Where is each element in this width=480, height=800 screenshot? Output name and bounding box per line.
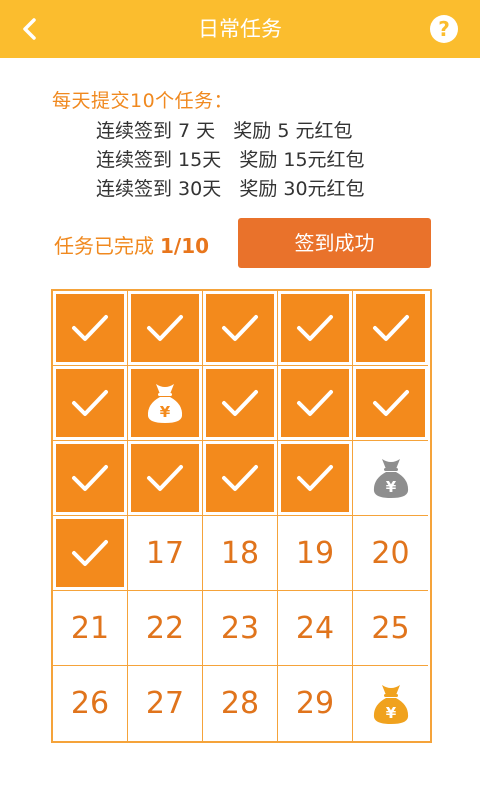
calendar-day-1 (53, 291, 128, 366)
check-icon (297, 390, 333, 416)
calendar-day-16 (53, 516, 128, 591)
calendar-day-6 (53, 366, 128, 441)
money-bag-icon: ¥ (373, 459, 408, 498)
calendar-day-17: 17 (128, 516, 203, 591)
calendar-day-5 (353, 291, 428, 366)
calendar-day-18: 18 (203, 516, 278, 591)
progress-label: 任务已完成 (54, 234, 154, 258)
progress-count: 1/10 (160, 234, 210, 258)
check-icon (147, 315, 183, 341)
calendar-day-7: ¥ (128, 366, 203, 441)
header-bar: 日常任务 ? (0, 0, 480, 58)
calendar-day-4 (278, 291, 353, 366)
calendar-day-21: 21 (53, 591, 128, 666)
day-number: 19 (295, 535, 335, 571)
money-bag-icon: ¥ (373, 684, 408, 724)
day-number: 25 (371, 610, 410, 646)
calendar-day-22: 22 (128, 591, 203, 666)
day-number: 27 (145, 686, 185, 721)
check-icon (72, 540, 108, 566)
check-icon (222, 465, 258, 491)
checkin-calendar: ¥ ¥17 18 19 20 21 22 23 24 25 26 27 28 29 ¥ (51, 289, 432, 743)
calendar-day-28: 28 (203, 666, 278, 741)
calendar-day-11 (53, 441, 128, 516)
rule-line-30days: 连续签到 30天 奖励 30元红包 (96, 178, 365, 200)
svg-text:¥: ¥ (385, 704, 396, 722)
calendar-day-26: 26 (53, 666, 128, 741)
check-icon (297, 465, 333, 491)
calendar-day-27: 27 (128, 666, 203, 741)
svg-text:¥: ¥ (385, 478, 396, 496)
rules-title: 每天提交10个任务： (52, 90, 234, 112)
svg-text:¥: ¥ (160, 403, 171, 421)
calendar-day-10 (353, 366, 428, 441)
day-number: 24 (295, 610, 335, 646)
calendar-day-3 (203, 291, 278, 366)
question-icon: ? (438, 17, 450, 41)
rule-line-7days: 连续签到 7 天 奖励 5 元红包 (96, 120, 353, 142)
calendar-day-2 (128, 291, 203, 366)
checkin-button[interactable]: 签到成功 (238, 218, 431, 268)
check-icon (372, 315, 409, 341)
check-icon (72, 315, 108, 341)
page-title: 日常任务 (198, 17, 282, 41)
day-number: 29 (295, 686, 335, 721)
calendar-day-14 (278, 441, 353, 516)
day-number: 20 (371, 535, 410, 571)
calendar-day-24: 24 (278, 591, 353, 666)
calendar-day-15: ¥ (353, 441, 428, 516)
day-number: 23 (220, 610, 260, 646)
task-progress: 任务已完成 1/10 (54, 230, 209, 259)
check-icon (72, 465, 108, 491)
calendar-day-8 (203, 366, 278, 441)
day-number: 21 (70, 610, 110, 646)
rule-line-15days: 连续签到 15天 奖励 15元红包 (96, 149, 365, 171)
check-icon (372, 390, 409, 416)
check-icon (147, 465, 183, 491)
calendar-day-25: 25 (353, 591, 428, 666)
day-number: 28 (220, 686, 260, 721)
calendar-day-9 (278, 366, 353, 441)
money-bag-icon: ¥ (147, 384, 183, 423)
day-number: 18 (220, 535, 260, 571)
calendar-day-12 (128, 441, 203, 516)
day-number: 17 (145, 535, 185, 571)
calendar-day-29: 29 (278, 666, 353, 741)
check-icon (222, 315, 258, 341)
calendar-day-30: ¥ (353, 666, 428, 741)
calendar-day-20: 20 (353, 516, 428, 591)
check-icon (297, 315, 333, 341)
help-button[interactable]: ? (430, 15, 458, 43)
calendar-day-19: 19 (278, 516, 353, 591)
check-icon (72, 390, 108, 416)
day-number: 26 (70, 686, 110, 721)
calendar-day-23: 23 (203, 591, 278, 666)
check-icon (222, 390, 258, 416)
calendar-day-13 (203, 441, 278, 516)
day-number: 22 (145, 610, 185, 646)
